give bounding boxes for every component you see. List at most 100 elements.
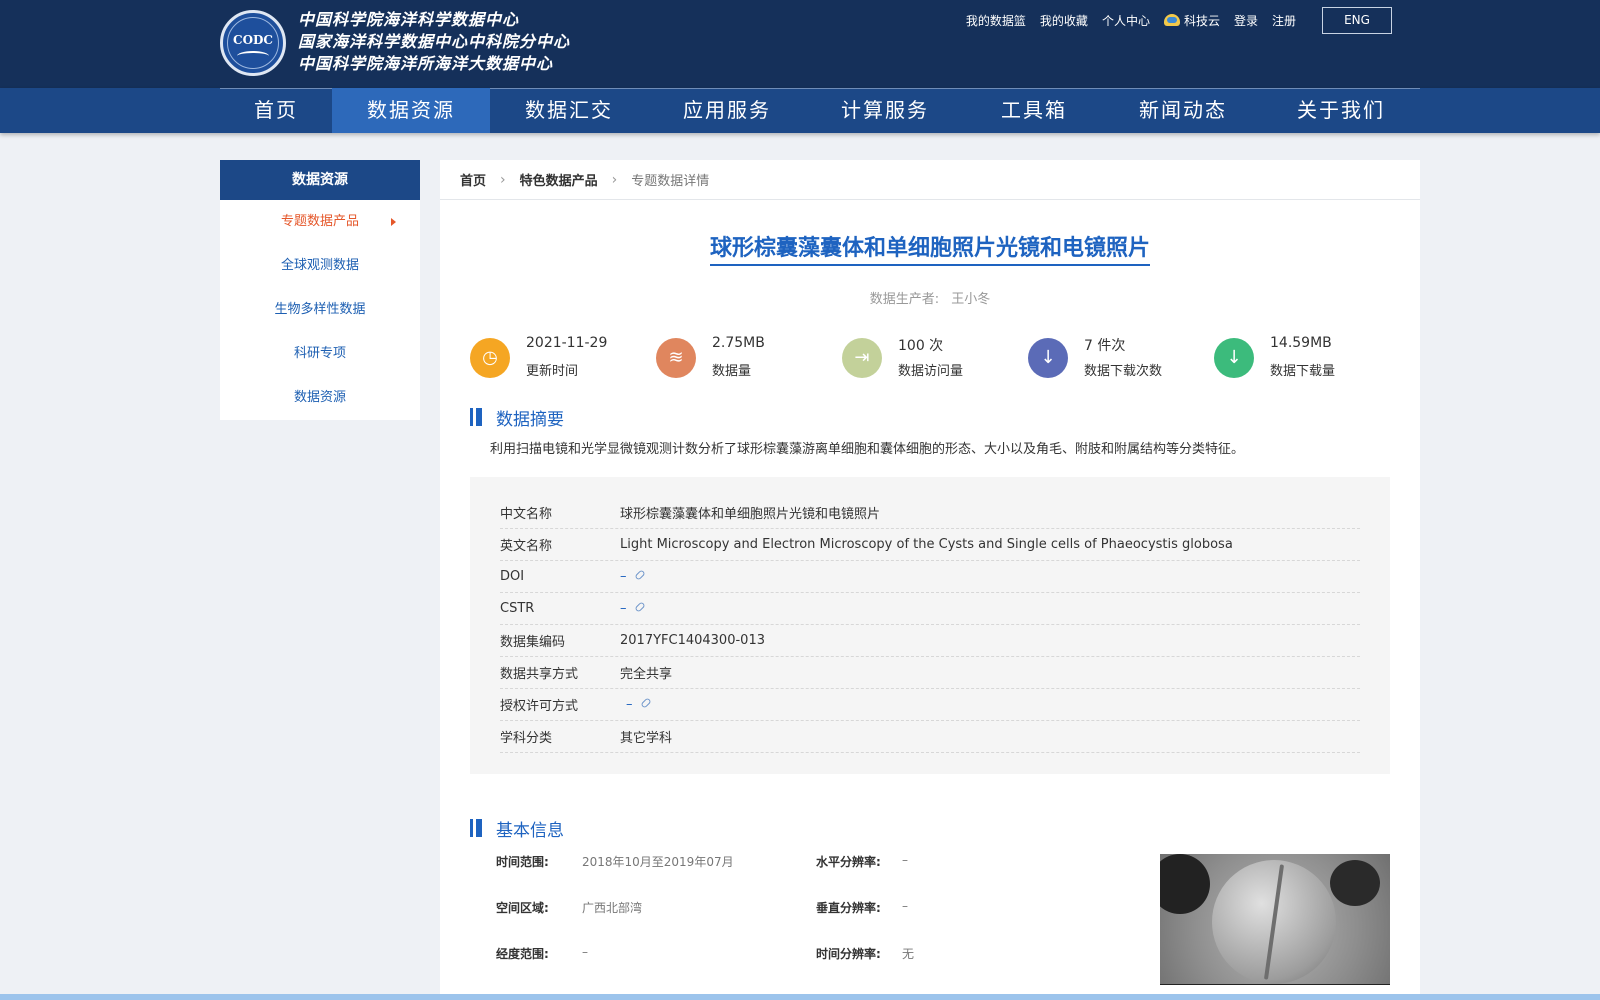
- personal-center-link[interactable]: 个人中心: [1102, 12, 1150, 29]
- nav-item-home[interactable]: 首页: [220, 88, 332, 133]
- nav-item-computing[interactable]: 计算服务: [806, 88, 964, 133]
- table-row: CSTR –: [500, 593, 1360, 625]
- row-key: 学科分类: [500, 731, 553, 746]
- basic-info-row: 经度范围: – 时间分辨率: 无: [496, 945, 1136, 991]
- row-key: 中文名称: [500, 507, 553, 522]
- abstract-text: 利用扫描电镜和光学显微镜观测计数分析了球形棕囊藻游离单细胞和囊体细胞的形态、大小…: [490, 442, 1245, 457]
- stat-value: 14.59MB: [1270, 335, 1332, 351]
- org-names: 中国科学院海洋科学数据中心 国家海洋科学数据中心中科院分中心 中国科学院海洋所海…: [298, 9, 570, 75]
- spatial-region-value: 广西北部湾: [581, 901, 642, 915]
- logo-text: CODC: [233, 33, 273, 47]
- row-key: 授权许可方式: [500, 699, 579, 714]
- caret-right-icon: [391, 218, 396, 226]
- download-icon: ↓: [1214, 338, 1254, 378]
- table-row: 中文名称 球形棕囊藻囊体和单细胞照片光镜和电镜照片: [500, 497, 1360, 529]
- site-header: CODC 中国科学院海洋科学数据中心 国家海洋科学数据中心中科院分中心 中国科学…: [0, 0, 1600, 88]
- dataset-thumbnail-image[interactable]: [1160, 854, 1390, 1000]
- stat-label: 更新时间: [526, 364, 579, 379]
- stat-data-size: ≋ 2.75MB 数据量: [656, 335, 836, 385]
- cstcloud-link[interactable]: 科技云: [1163, 12, 1220, 29]
- language-button[interactable]: ENG: [1322, 6, 1392, 34]
- my-favorites-link[interactable]: 我的收藏: [1040, 12, 1088, 29]
- link-icon: [633, 569, 646, 581]
- row-value: 2017YFC1404300-013: [620, 633, 765, 648]
- login-link[interactable]: 登录: [1234, 12, 1258, 29]
- download-icon: ↓: [1028, 338, 1068, 378]
- nav-item-data-submission[interactable]: 数据汇交: [490, 88, 648, 133]
- stat-label: 数据下载量: [1270, 364, 1336, 379]
- codc-logo[interactable]: CODC: [220, 10, 286, 76]
- dataset-title: 球形棕囊藻囊体和单细胞照片光镜和电镜照片: [709, 230, 1150, 266]
- row-key: CSTR: [500, 601, 535, 616]
- nav-item-applications[interactable]: 应用服务: [648, 88, 806, 133]
- org-name-2: 国家海洋科学数据中心中科院分中心: [298, 32, 571, 51]
- cstr-value: –: [620, 601, 627, 616]
- stats-bar: ◷ 2021-11-29 更新时间 ≋ 2.75MB 数据量 ⇥ 100 次 数…: [470, 335, 1400, 385]
- license-link[interactable]: –: [626, 697, 652, 712]
- nav-item-news[interactable]: 新闻动态: [1104, 88, 1262, 133]
- row-value: 球形棕囊藻囊体和单细胞照片光镜和电镜照片: [620, 507, 881, 522]
- spatial-region-label: 空间区域:: [496, 901, 549, 915]
- time-range-value: 2018年10月至2019年07月: [581, 855, 734, 869]
- my-data-basket-link[interactable]: 我的数据篮: [966, 12, 1026, 29]
- license-value: –: [626, 697, 633, 712]
- sidebar-item-research-projects[interactable]: 科研专项: [220, 332, 420, 376]
- table-row: 学科分类 其它学科: [500, 721, 1360, 753]
- producer-line: 数据生产者: 王小冬: [440, 288, 1420, 307]
- stat-download-size: ↓ 14.59MB 数据下载量: [1214, 335, 1394, 385]
- sidebar-item-thematic-products[interactable]: 专题数据产品: [220, 200, 420, 244]
- nav-item-data-resources[interactable]: 数据资源: [332, 88, 490, 133]
- bottom-strip: [0, 994, 1600, 1000]
- row-key: 数据共享方式: [500, 667, 579, 682]
- table-row: 数据共享方式 完全共享: [500, 657, 1360, 689]
- nav-item-toolbox[interactable]: 工具箱: [964, 88, 1104, 133]
- main-nav: 首页 数据资源 数据汇交 应用服务 计算服务 工具箱 新闻动态 关于我们: [0, 88, 1600, 133]
- time-range-label: 时间范围:: [496, 855, 549, 869]
- producer-name: 王小冬: [951, 292, 991, 307]
- basic-info-grid: 时间范围: 2018年10月至2019年07月 水平分辨率: – 空间区域: 广…: [496, 853, 1136, 991]
- link-icon: [633, 601, 646, 613]
- longitude-range-value: –: [581, 945, 588, 959]
- vertical-resolution-value: –: [901, 899, 908, 913]
- basic-info-row: 空间区域: 广西北部湾 垂直分辨率: –: [496, 899, 1136, 945]
- sidebar-item-data-resources[interactable]: 数据资源: [220, 376, 420, 420]
- time-resolution-label: 时间分辨率:: [816, 947, 881, 961]
- sidebar-item-biodiversity[interactable]: 生物多样性数据: [220, 288, 420, 332]
- basic-info-heading: 基本信息: [470, 817, 564, 841]
- row-key: DOI: [500, 569, 525, 584]
- chevron-right-icon: ›: [500, 171, 506, 188]
- sidebar-item-label: 专题数据产品: [280, 214, 359, 229]
- basic-info-row: 时间范围: 2018年10月至2019年07月 水平分辨率: –: [496, 853, 1136, 899]
- row-value: 完全共享: [620, 667, 673, 682]
- title-wrap: 球形棕囊藻囊体和单细胞照片光镜和电镜照片: [440, 230, 1420, 266]
- cstr-link[interactable]: –: [620, 601, 646, 616]
- row-key: 数据集编码: [500, 635, 566, 650]
- row-value: 其它学科: [620, 731, 673, 746]
- sidebar-item-global-observation[interactable]: 全球观测数据: [220, 244, 420, 288]
- breadcrumb-current: 专题数据详情: [631, 174, 710, 189]
- stat-visits: ⇥ 100 次 数据访问量: [842, 335, 1022, 385]
- section-bar-icon: [470, 408, 482, 426]
- breadcrumb-featured-products[interactable]: 特色数据产品: [520, 170, 598, 189]
- sidebar: 数据资源 专题数据产品 全球观测数据 生物多样性数据 科研专项 数据资源: [220, 160, 420, 420]
- sidebar-title: 数据资源: [220, 160, 420, 200]
- stat-download-count: ↓ 7 件次 数据下载次数: [1028, 335, 1208, 385]
- doi-link[interactable]: –: [620, 569, 646, 584]
- cstcloud-label: 科技云: [1183, 13, 1220, 28]
- thumbnail-shadow: [1330, 860, 1380, 906]
- layers-icon: ≋: [656, 338, 696, 378]
- register-link[interactable]: 注册: [1272, 12, 1296, 29]
- time-resolution-value: 无: [901, 947, 914, 961]
- row-value: Light Microscopy and Electron Microscopy…: [620, 537, 1233, 552]
- breadcrumb-home[interactable]: 首页: [460, 170, 486, 189]
- producer-label: 数据生产者:: [869, 292, 940, 307]
- doi-value: –: [620, 569, 627, 584]
- link-icon: [639, 697, 652, 709]
- nav-item-about[interactable]: 关于我们: [1262, 88, 1420, 133]
- org-name-3: 中国科学院海洋所海洋大数据中心: [298, 54, 554, 73]
- main-content: 首页 › 特色数据产品 › 专题数据详情 球形棕囊藻囊体和单细胞照片光镜和电镜照…: [440, 160, 1420, 1000]
- stat-update-time: ◷ 2021-11-29 更新时间: [470, 335, 650, 385]
- top-links: 我的数据篮 我的收藏 个人中心 科技云 登录 注册 ENG: [952, 6, 1392, 34]
- basic-info-heading-text: 基本信息: [496, 820, 564, 841]
- clock-icon: ◷: [470, 338, 510, 378]
